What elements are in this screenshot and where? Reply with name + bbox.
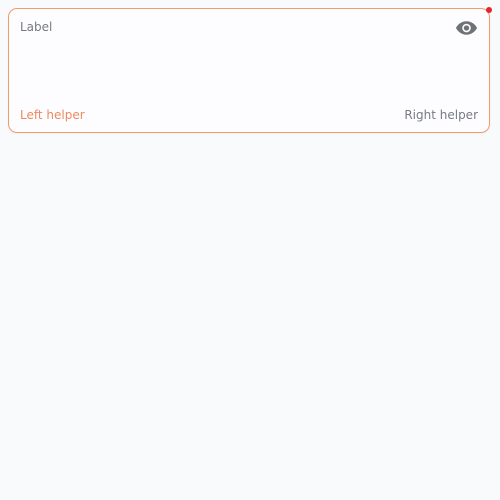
required-indicator [486, 7, 492, 13]
text-area-field[interactable]: Label Left helper Right helper [8, 7, 492, 133]
right-helper-text: Right helper [404, 108, 478, 122]
eye-icon[interactable] [455, 19, 478, 37]
field-input[interactable] [20, 41, 444, 101]
left-helper-text: Left helper [20, 108, 85, 122]
field-label: Label [20, 20, 53, 34]
